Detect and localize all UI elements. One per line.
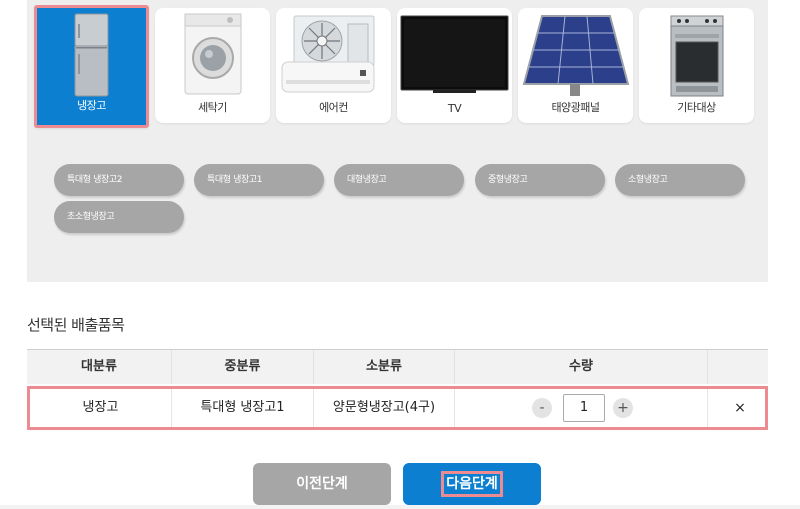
subcategory-chip[interactable]: 특대형 냉장고1: [194, 164, 324, 196]
category-label: 태양광패널: [551, 101, 600, 114]
category-card-solar[interactable]: 태양광패널: [518, 8, 633, 123]
category-label: 세탁기: [198, 101, 227, 114]
solar-panel-icon: [518, 12, 633, 98]
category-card-washer[interactable]: 세탁기: [155, 8, 270, 123]
washing-machine-icon: [155, 12, 270, 98]
subcategory-chip[interactable]: 소형냉장고: [615, 164, 745, 196]
tv-icon: [397, 12, 512, 98]
category-label: 냉장고: [77, 99, 106, 112]
cell-major: 냉장고: [82, 400, 119, 415]
subcategory-chip[interactable]: 대형냉장고: [334, 164, 464, 196]
cell-minor: 양문형냉장고(4구): [332, 400, 436, 415]
divider: [707, 350, 708, 384]
next-step-label: 다음단계: [441, 471, 503, 497]
category-label: 에어컨: [319, 101, 348, 114]
bottom-divider: [0, 505, 800, 509]
selected-items-header: 대분류 중분류 소분류 수량: [27, 349, 768, 384]
header-minor: 소분류: [366, 359, 402, 374]
header-qty: 수량: [569, 359, 593, 374]
category-label: 기타대상: [677, 101, 716, 114]
header-major: 대분류: [81, 359, 117, 374]
divider: [454, 389, 455, 427]
category-card-fridge[interactable]: 냉장고: [34, 5, 149, 128]
category-card-tv[interactable]: TV: [397, 8, 512, 123]
category-card-aircon[interactable]: 에어컨: [276, 8, 391, 123]
table-row: 냉장고 특대형 냉장고1 양문형냉장고(4구) - 1 + ×: [27, 386, 768, 430]
remove-item-button[interactable]: ×: [728, 389, 752, 427]
selected-items-title: 선택된 배출품목: [27, 316, 125, 334]
air-conditioner-icon: [276, 12, 391, 98]
subcategory-chip[interactable]: 초소형냉장고: [54, 201, 184, 233]
subcategory-chip[interactable]: 특대형 냉장고2: [54, 164, 184, 196]
quantity-input[interactable]: 1: [563, 394, 605, 422]
category-card-other[interactable]: 기타대상: [639, 8, 754, 123]
category-label: TV: [447, 102, 462, 115]
divider: [707, 389, 708, 427]
quantity-decrement-button[interactable]: -: [532, 398, 552, 418]
cell-middle: 특대형 냉장고1: [200, 400, 285, 415]
stove-icon: [639, 12, 754, 98]
header-middle: 중분류: [224, 359, 261, 374]
subcategory-chip[interactable]: 중형냉장고: [475, 164, 605, 196]
next-step-button[interactable]: 다음단계: [403, 463, 541, 505]
quantity-increment-button[interactable]: +: [613, 398, 633, 418]
fridge-icon: [37, 12, 146, 98]
previous-step-button[interactable]: 이전단계: [253, 463, 391, 505]
